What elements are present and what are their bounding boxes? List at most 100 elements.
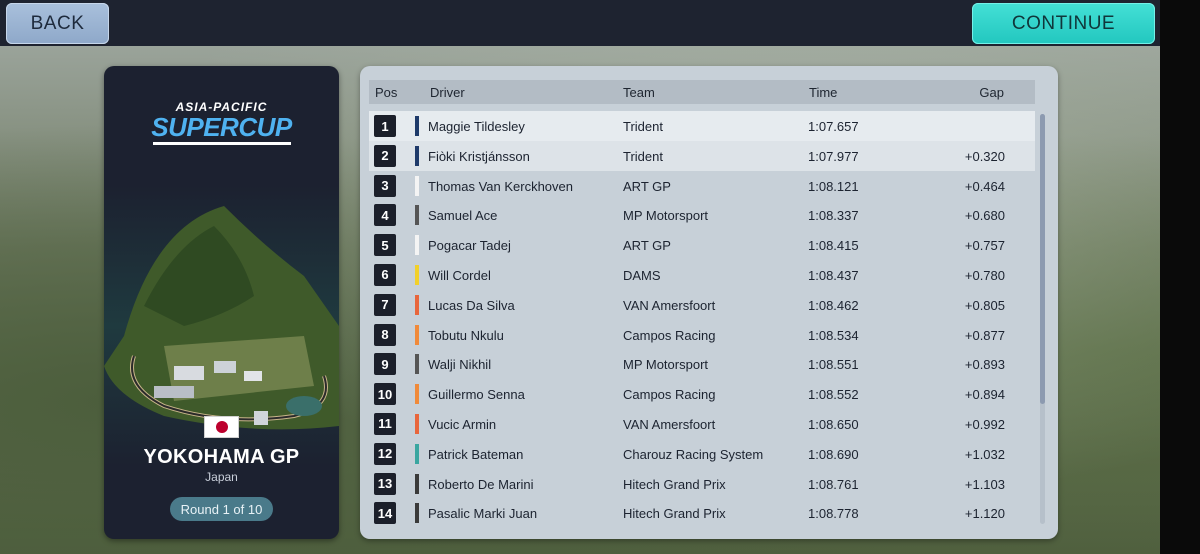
gp-country: Japan bbox=[205, 470, 238, 484]
header-gap: Gap bbox=[979, 85, 1004, 100]
table-row[interactable]: 11 Vucic Armin VAN Amersfoort 1:08.650 +0.99… bbox=[369, 409, 1035, 439]
results-table: Pos Driver Team Time Gap 1 Maggie Tildesl… bbox=[360, 66, 1058, 539]
lap-time: 1:08.552 bbox=[808, 387, 859, 403]
gap-value: +0.893 bbox=[964, 357, 1005, 373]
lap-time: 1:08.778 bbox=[808, 506, 859, 522]
gp-name: YOKOHAMA GP bbox=[143, 446, 300, 468]
team-name: Campos Racing bbox=[623, 327, 716, 343]
series-logo-main: SUPERCUP bbox=[151, 112, 292, 142]
position-badge: 14 bbox=[374, 502, 396, 525]
driver-name: Tobutu Nkulu bbox=[428, 327, 504, 343]
lap-time: 1:08.534 bbox=[808, 327, 859, 343]
team-color-bar bbox=[415, 354, 419, 375]
team-name: ART GP bbox=[623, 238, 671, 254]
driver-name: Walji Nikhil bbox=[428, 357, 492, 373]
driver-name: Will Cordel bbox=[428, 267, 491, 283]
team-color-bar bbox=[415, 503, 419, 524]
driver-name: Vucic Armin bbox=[428, 416, 497, 432]
table-row[interactable]: 8 Tobutu Nkulu Campos Racing 1:08.534 +0.877 bbox=[369, 320, 1035, 350]
gap-value: +0.894 bbox=[964, 387, 1005, 403]
position-badge: 3 bbox=[374, 174, 396, 197]
series-logo: ASIA-PACIFIC SUPERCUP bbox=[104, 100, 339, 145]
position-badge: 5 bbox=[374, 234, 396, 257]
event-card: ASIA-PACIFIC SUPERCUP YOKOHAMA GP Japan … bbox=[104, 66, 339, 539]
gap-value: +0.680 bbox=[964, 208, 1005, 224]
team-name: Charouz Racing System bbox=[623, 446, 764, 462]
lap-time: 1:08.462 bbox=[808, 297, 859, 313]
position-badge: 4 bbox=[374, 204, 396, 227]
driver-name: Patrick Bateman bbox=[428, 446, 524, 462]
flag-circle bbox=[215, 421, 228, 433]
table-row[interactable]: 10 Guillermo Senna Campos Racing 1:08.552 +0… bbox=[369, 379, 1035, 409]
table-row[interactable]: 7 Lucas Da Silva VAN Amersfoort 1:08.462 +0.… bbox=[369, 290, 1035, 320]
position-badge: 11 bbox=[374, 412, 396, 435]
driver-name: Fiòki Kristjánsson bbox=[428, 148, 530, 164]
continue-button[interactable]: CONTINUE bbox=[972, 3, 1155, 44]
lap-time: 1:08.121 bbox=[808, 178, 859, 194]
scrollbar[interactable] bbox=[1040, 114, 1045, 524]
gap-value: +0.877 bbox=[964, 327, 1005, 343]
team-name: VAN Amersfoort bbox=[623, 416, 716, 432]
team-name: Trident bbox=[623, 119, 663, 134]
table-row[interactable]: 5 Pogacar Tadej ART GP 1:08.415 +0.757 bbox=[369, 230, 1035, 260]
lap-time: 1:08.690 bbox=[808, 446, 859, 462]
table-row[interactable]: 1 Maggie Tildesley Trident 1:07.657 bbox=[369, 111, 1035, 141]
results-rows: 1 Maggie Tildesley Trident 1:07.657 2 Fiòki K… bbox=[369, 111, 1035, 528]
lap-time: 1:07.657 bbox=[808, 119, 859, 134]
lap-time: 1:08.437 bbox=[808, 267, 859, 283]
position-badge: 6 bbox=[374, 263, 396, 286]
position-badge: 7 bbox=[374, 293, 396, 316]
position-badge: 1 bbox=[374, 115, 396, 137]
screen-edge bbox=[1160, 0, 1200, 554]
driver-name: Pogacar Tadej bbox=[428, 238, 511, 254]
driver-name: Lucas Da Silva bbox=[428, 297, 515, 313]
lap-time: 1:08.415 bbox=[808, 238, 859, 254]
gap-value: +0.464 bbox=[964, 178, 1005, 194]
gap-value: +1.032 bbox=[964, 446, 1005, 462]
scrollbar-thumb[interactable] bbox=[1040, 114, 1045, 404]
team-name: ART GP bbox=[623, 178, 671, 194]
team-color-bar bbox=[415, 384, 419, 405]
gap-value: +1.103 bbox=[964, 476, 1005, 492]
table-row[interactable]: 3 Thomas Van Kerckhoven ART GP 1:08.121 +0.4… bbox=[369, 171, 1035, 201]
driver-name: Samuel Ace bbox=[428, 208, 498, 224]
team-color-bar bbox=[415, 145, 419, 166]
position-badge: 2 bbox=[374, 144, 396, 167]
table-header: Pos Driver Team Time Gap bbox=[369, 80, 1035, 104]
team-name: MP Motorsport bbox=[623, 208, 709, 224]
team-name: Campos Racing bbox=[623, 387, 716, 403]
table-row[interactable]: 4 Samuel Ace MP Motorsport 1:08.337 +0.680 bbox=[369, 200, 1035, 230]
lap-time: 1:08.337 bbox=[808, 208, 859, 224]
team-color-bar bbox=[415, 473, 419, 494]
table-row[interactable]: 13 Roberto De Marini Hitech Grand Prix 1:08… bbox=[369, 469, 1035, 499]
table-row[interactable]: 9 Walji Nikhil MP Motorsport 1:08.551 +0.893 bbox=[369, 349, 1035, 379]
position-badge: 8 bbox=[374, 323, 396, 346]
lap-time: 1:08.551 bbox=[808, 357, 859, 373]
team-color-bar bbox=[415, 116, 419, 136]
team-color-bar bbox=[415, 443, 419, 464]
position-badge: 12 bbox=[374, 442, 396, 465]
table-row[interactable]: 12 Patrick Bateman Charouz Racing System 1:… bbox=[369, 439, 1035, 469]
driver-name: Pasalic Marki Juan bbox=[428, 506, 538, 522]
team-name: Hitech Grand Prix bbox=[623, 476, 726, 492]
table-row[interactable]: 2 Fiòki Kristjánsson Trident 1:07.977 +0.320 bbox=[369, 140, 1035, 171]
team-color-bar bbox=[415, 294, 419, 315]
logo-underline bbox=[152, 142, 291, 145]
gap-value: +1.120 bbox=[964, 506, 1005, 522]
driver-name: Roberto De Marini bbox=[428, 476, 534, 492]
position-badge: 9 bbox=[374, 353, 396, 376]
team-color-bar bbox=[415, 175, 419, 196]
table-row[interactable]: 14 Pasalic Marki Juan Hitech Grand Prix 1:0… bbox=[369, 498, 1035, 528]
header-driver: Driver bbox=[430, 85, 465, 100]
gap-value: +0.992 bbox=[964, 416, 1005, 432]
driver-name: Thomas Van Kerckhoven bbox=[428, 178, 573, 194]
japan-flag-icon bbox=[204, 416, 239, 438]
gap-value: +0.757 bbox=[964, 238, 1005, 254]
back-button[interactable]: BACK bbox=[6, 3, 109, 44]
team-name: DAMS bbox=[623, 267, 661, 283]
header-pos: Pos bbox=[375, 85, 398, 100]
position-badge: 13 bbox=[374, 472, 396, 495]
team-color-bar bbox=[415, 205, 419, 226]
team-color-bar bbox=[415, 264, 419, 285]
table-row[interactable]: 6 Will Cordel DAMS 1:08.437 +0.780 bbox=[369, 260, 1035, 290]
